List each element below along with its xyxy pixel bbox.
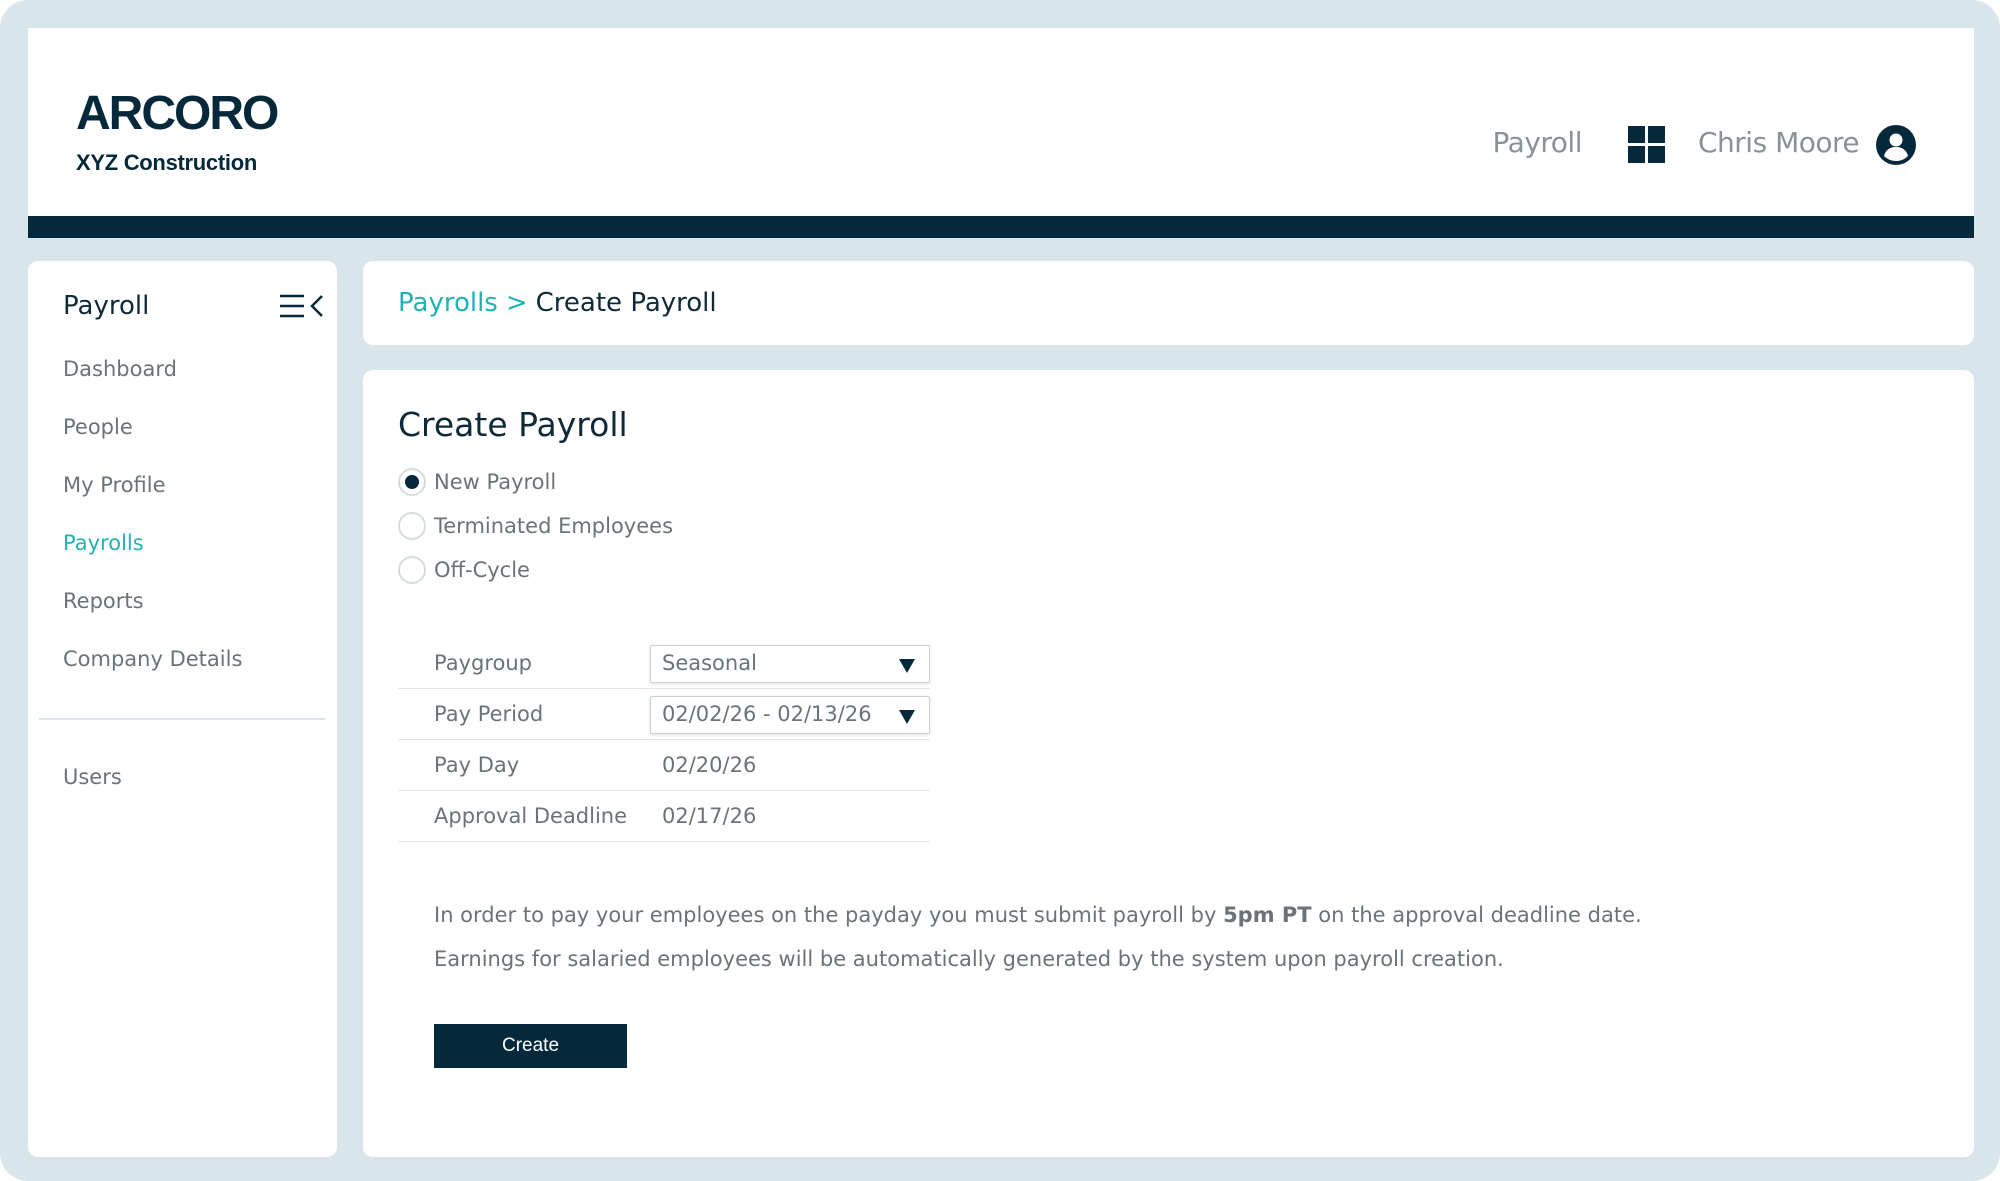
sidebar-item-dashboard[interactable]: Dashboard: [63, 357, 177, 381]
menu-collapse-icon[interactable]: [278, 291, 328, 321]
pay-day-label: Pay Day: [434, 753, 520, 777]
create-payroll-card: Create Payroll New Payroll Terminated Em…: [363, 370, 1974, 1157]
info-deadline-time: 5pm PT: [1223, 903, 1312, 927]
approval-deadline-label: Approval Deadline: [434, 804, 628, 828]
breadcrumb: Payrolls > Create Payroll: [398, 288, 717, 318]
breadcrumb-link-payrolls[interactable]: Payrolls: [398, 288, 498, 318]
sidebar: Payroll Dashboard People My Profile Payr…: [28, 261, 337, 1157]
pay-period-select[interactable]: 02/02/26 - 02/13/26: [650, 696, 930, 734]
radio-button-off-cycle[interactable]: [398, 556, 426, 584]
radio-label: Terminated Employees: [434, 514, 674, 538]
create-button[interactable]: Create: [434, 1024, 627, 1068]
company-name: XYZ Construction: [76, 150, 257, 175]
info-text-part: on the approval deadline date.: [1311, 903, 1642, 927]
pay-period-label: Pay Period: [434, 702, 544, 726]
sidebar-item-my-profile[interactable]: My Profile: [63, 473, 166, 497]
radio-button-terminated-employees[interactable]: [398, 512, 426, 540]
arcoro-logo[interactable]: ARCORO: [76, 90, 279, 138]
paygroup-select[interactable]: Seasonal: [650, 645, 930, 683]
approval-deadline-value: 02/17/26: [662, 804, 757, 828]
grid-icon[interactable]: [1628, 126, 1666, 164]
pay-period-selected-value: 02/02/26 - 02/13/26: [662, 702, 872, 726]
radio-option-terminated-employees[interactable]: Terminated Employees: [398, 511, 673, 541]
breadcrumb-bar: Payrolls > Create Payroll: [363, 261, 1974, 345]
sidebar-divider: [39, 718, 325, 720]
radio-option-off-cycle[interactable]: Off-Cycle: [398, 555, 530, 585]
sidebar-item-users[interactable]: Users: [63, 765, 122, 789]
top-header: ARCORO XYZ Construction Payroll Chris Mo…: [28, 28, 1974, 216]
breadcrumb-separator: >: [505, 288, 528, 318]
breadcrumb-current: Create Payroll: [535, 288, 717, 318]
info-text-part: In order to pay your employees on the pa…: [434, 903, 1224, 927]
sidebar-item-payrolls[interactable]: Payrolls: [63, 531, 144, 555]
deadline-info-text: In order to pay your employees on the pa…: [434, 903, 1642, 927]
sidebar-item-company-details[interactable]: Company Details: [63, 647, 242, 671]
current-app-label: Payroll: [1492, 126, 1583, 159]
radio-label: New Payroll: [434, 470, 557, 494]
approval-deadline-row: Approval Deadline 02/17/26: [398, 791, 930, 842]
user-circle-icon[interactable]: [1876, 125, 1916, 165]
sidebar-item-people[interactable]: People: [63, 415, 133, 439]
pay-period-row: Pay Period 02/02/26 - 02/13/26: [398, 689, 930, 740]
pay-day-row: Pay Day 02/20/26: [398, 740, 930, 791]
salaried-info-text: Earnings for salaried employees will be …: [434, 947, 1504, 971]
paygroup-label: Paygroup: [434, 651, 533, 675]
radio-option-new-payroll[interactable]: New Payroll: [398, 467, 556, 497]
sidebar-title: Payroll: [63, 291, 150, 321]
caret-down-icon: [899, 710, 915, 724]
paygroup-row: Paygroup Seasonal: [398, 638, 930, 689]
sidebar-item-reports[interactable]: Reports: [63, 589, 144, 613]
page-title: Create Payroll: [398, 405, 628, 444]
radio-button-new-payroll[interactable]: [398, 468, 426, 496]
user-name[interactable]: Chris Moore: [1698, 126, 1860, 159]
caret-down-icon: [899, 659, 915, 673]
app-frame: ARCORO XYZ Construction Payroll Chris Mo…: [0, 0, 2000, 1181]
radio-label: Off-Cycle: [434, 558, 530, 582]
paygroup-selected-value: Seasonal: [662, 651, 757, 675]
header-divider-bar: [28, 216, 1974, 238]
pay-day-value: 02/20/26: [662, 753, 757, 777]
